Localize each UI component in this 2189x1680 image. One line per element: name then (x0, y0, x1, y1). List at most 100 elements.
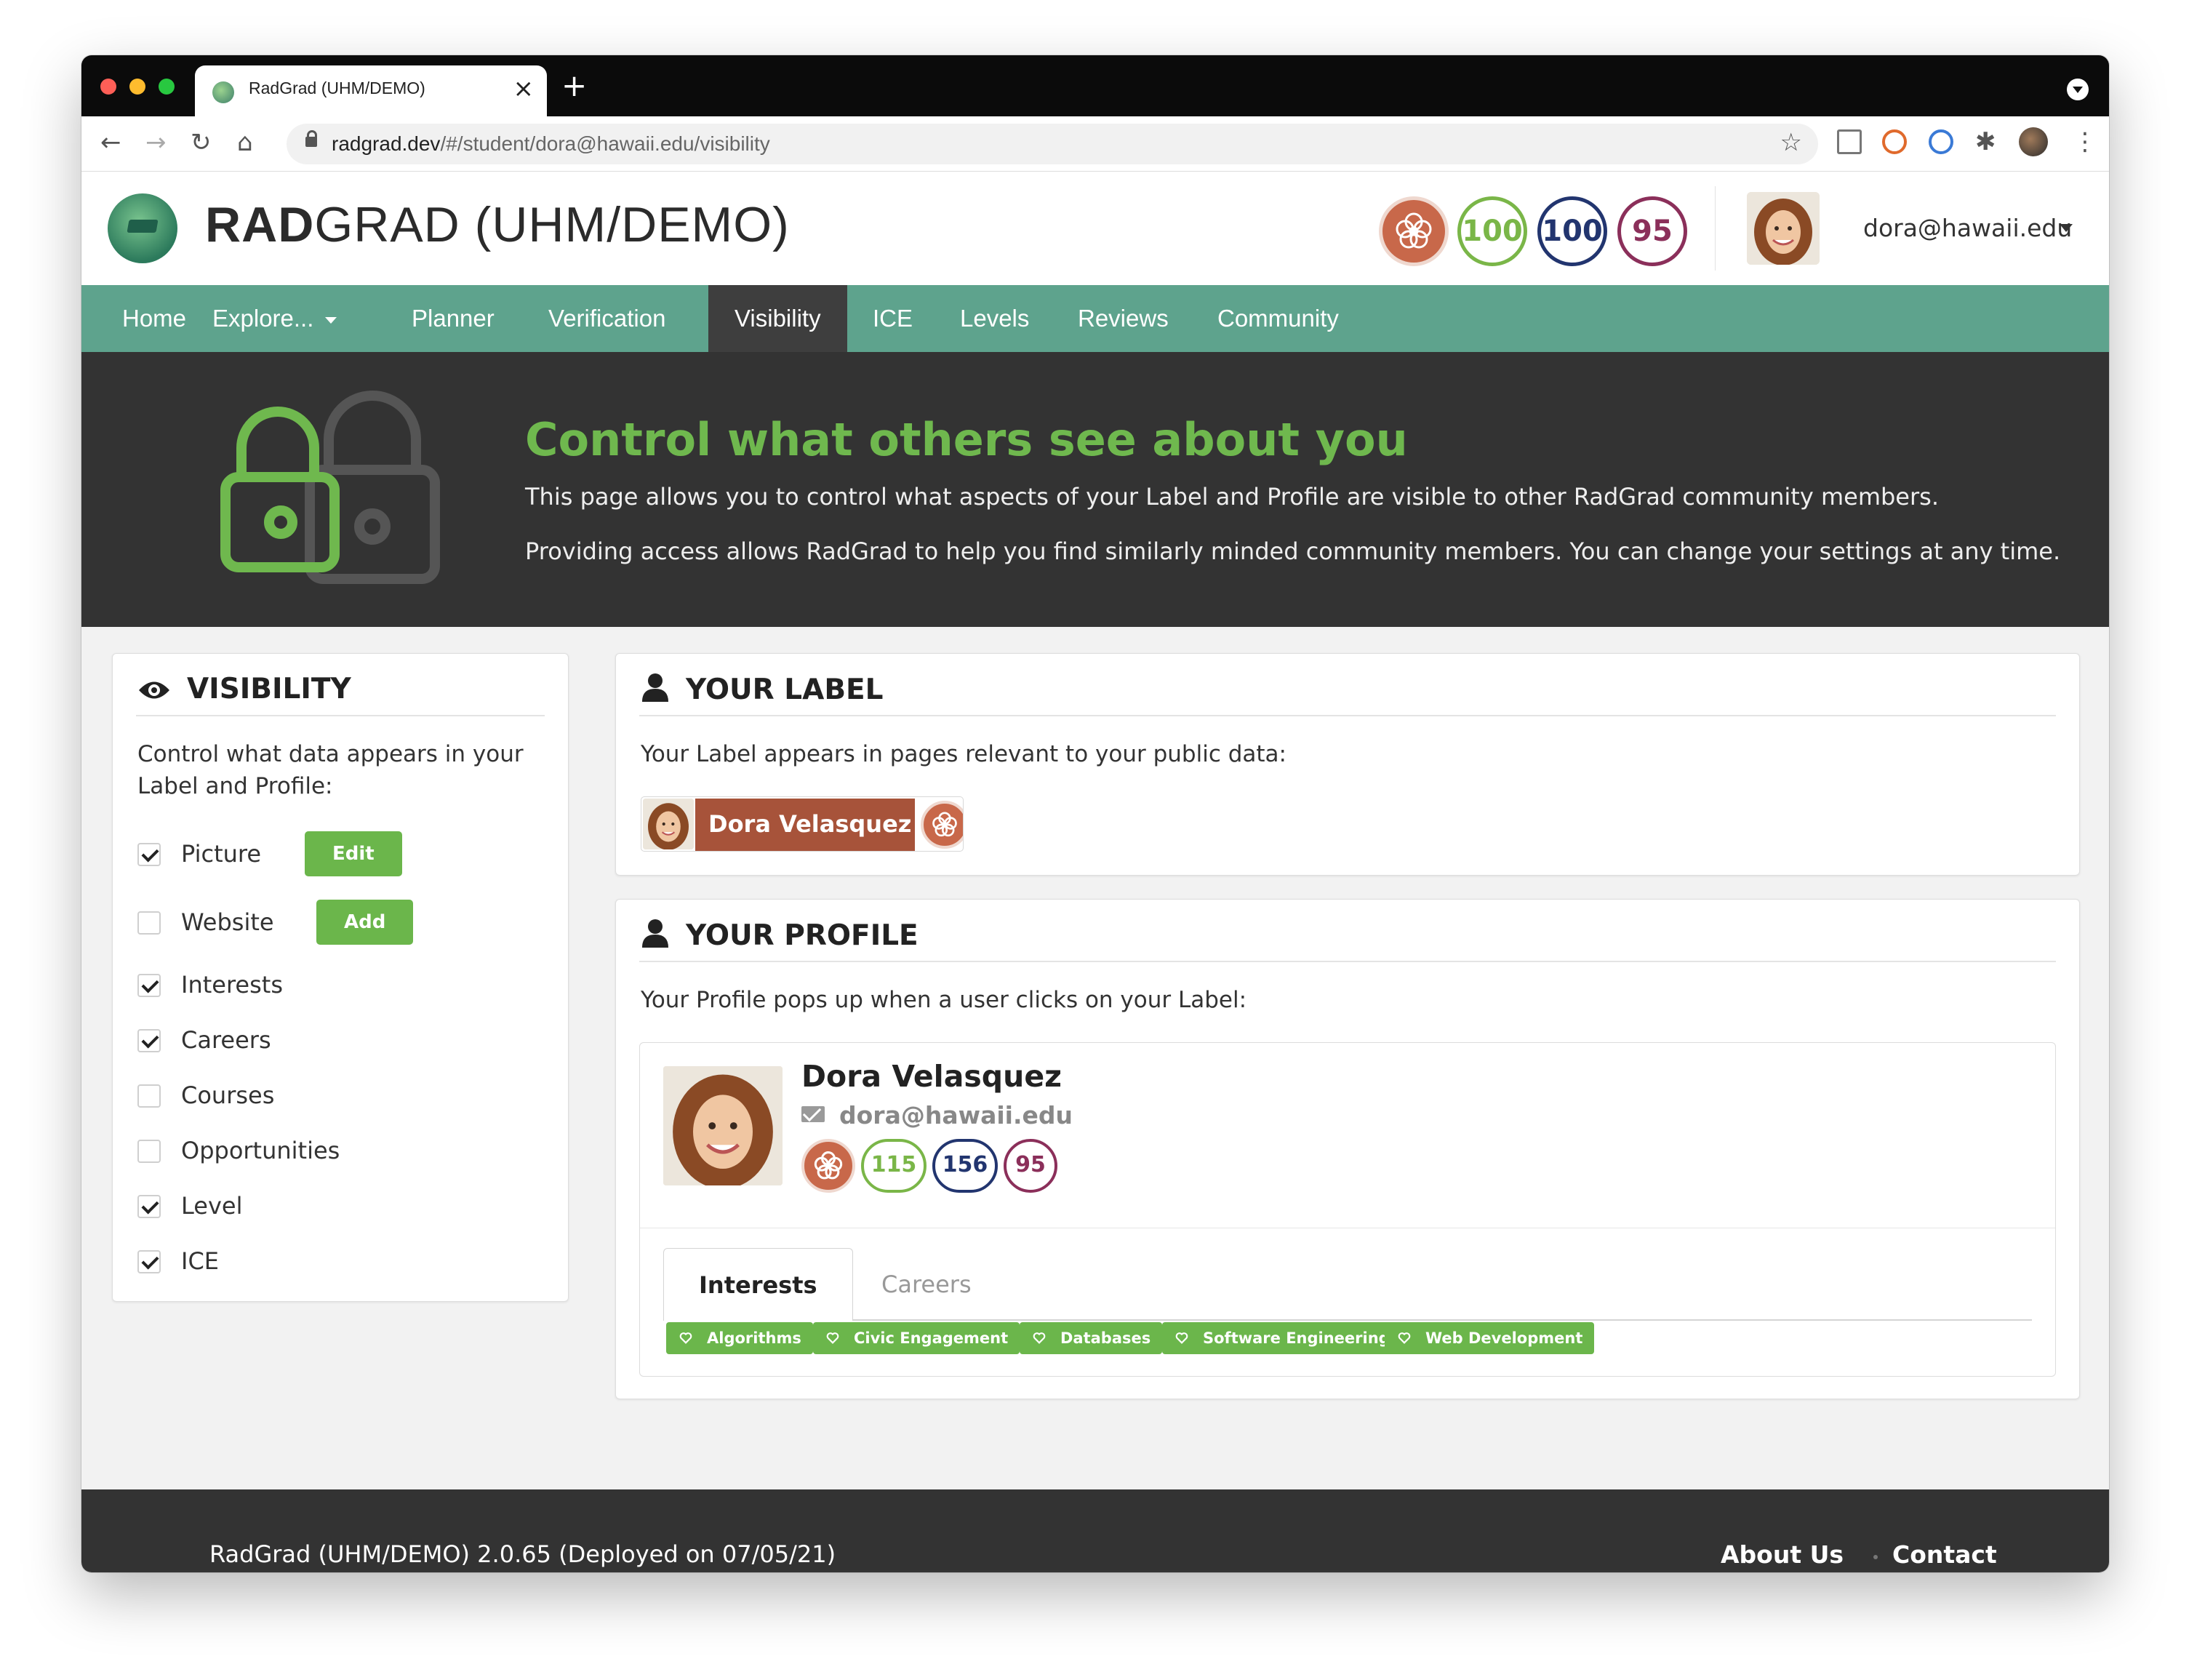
user-icon (641, 919, 670, 955)
heart-icon (826, 1332, 839, 1344)
website-checkbox[interactable] (137, 911, 161, 935)
reader-icon[interactable] (1837, 129, 1862, 154)
menu-item-ice[interactable]: ICE (847, 285, 939, 352)
maximize-window-button[interactable] (159, 79, 175, 95)
chevron-down-icon[interactable] (2060, 224, 2073, 232)
contact-link[interactable]: Contact (1892, 1540, 1997, 1569)
menu-item-explore[interactable]: Explore... (186, 285, 363, 352)
interest-tag[interactable]: Software Engineering (1162, 1322, 1401, 1354)
browser-window: RadGrad (UHM/DEMO) × + ← → ↻ ⌂ radgrad.d… (81, 55, 2109, 1572)
label-description: Your Label appears in pages relevant to … (641, 741, 1286, 767)
menu-item-visibility[interactable]: Visibility (708, 285, 847, 352)
dropdown-caret-icon (325, 316, 337, 324)
url-text: radgrad.dev/#/student/dora@hawaii.edu/vi… (332, 132, 770, 155)
eye-icon (137, 676, 171, 708)
back-icon[interactable]: ← (100, 128, 121, 157)
interest-tag[interactable]: Databases (1020, 1322, 1163, 1354)
padlocks-icon (220, 391, 440, 584)
visibility-option-website: Website Add (137, 900, 545, 945)
competency-score-badge[interactable]: 100 (1537, 196, 1607, 266)
menu-item-planner[interactable]: Planner (385, 285, 521, 352)
reload-icon[interactable]: ↻ (191, 128, 212, 157)
interests-checkbox[interactable] (137, 974, 161, 997)
flower-icon (814, 1151, 843, 1180)
flower-icon (1396, 212, 1432, 249)
extension-icon[interactable] (1929, 129, 1953, 154)
browser-tab[interactable]: RadGrad (UHM/DEMO) × (195, 65, 547, 116)
level-badge[interactable] (1379, 196, 1449, 266)
favicon-icon (212, 81, 234, 103)
option-label: ICE (181, 1247, 219, 1275)
divider (136, 715, 545, 716)
experience-score-badge: 95 (1004, 1139, 1057, 1193)
profile-description: Your Profile pops up when a user clicks … (641, 987, 1247, 1013)
edit-picture-button[interactable]: Edit (305, 831, 402, 876)
header-divider (1715, 186, 1716, 271)
user-label[interactable]: Dora Velasquez (641, 796, 964, 852)
heart-icon (1398, 1332, 1411, 1344)
ice-checkbox[interactable] (137, 1250, 161, 1273)
level-badge (921, 801, 963, 849)
tab-interests[interactable]: Interests (663, 1248, 853, 1321)
picture-checkbox[interactable] (137, 843, 161, 866)
flower-icon (932, 812, 957, 837)
about-us-link[interactable]: About Us (1721, 1540, 1844, 1569)
bookmark-star-icon[interactable]: ☆ (1780, 128, 1802, 157)
banner-description: Providing access allows RadGrad to help … (525, 537, 2061, 565)
visibility-card: VISIBILITY Control what data appears in … (112, 653, 569, 1302)
profile-photo (663, 1066, 783, 1185)
footer-version: RadGrad (UHM/DEMO) 2.0.65 (Deployed on 0… (209, 1540, 836, 1568)
menu-item-verification[interactable]: Verification (522, 285, 692, 352)
heart-icon (1175, 1332, 1188, 1344)
heart-icon (679, 1332, 692, 1344)
banner-title: Control what others see about you (525, 413, 1408, 466)
user-email-dropdown[interactable]: dora@hawaii.edu (1863, 214, 2072, 242)
avatar-photo (1747, 192, 1820, 265)
interest-tag[interactable]: Web Development (1385, 1322, 1595, 1354)
competency-score-badge: 156 (932, 1139, 998, 1193)
menu-item-community[interactable]: Community (1191, 285, 1365, 352)
minimize-window-button[interactable] (129, 79, 145, 95)
envelope-icon (801, 1106, 825, 1122)
extension-icon[interactable] (1882, 129, 1907, 154)
browser-menu-icon[interactable] (2067, 79, 2089, 100)
url-input[interactable]: radgrad.dev/#/student/dora@hawaii.edu/vi… (287, 124, 1818, 164)
home-icon[interactable]: ⌂ (237, 128, 253, 157)
address-bar: ← → ↻ ⌂ radgrad.dev/#/student/dora@hawai… (81, 116, 2109, 172)
your-profile-card: YOUR PROFILE Your Profile pops up when a… (615, 899, 2080, 1399)
option-label: Courses (181, 1081, 275, 1109)
option-label: Careers (181, 1026, 271, 1054)
profile-email: dora@hawaii.edu (801, 1101, 1073, 1129)
experience-score-badge[interactable]: 95 (1617, 196, 1687, 266)
label-avatar (643, 799, 694, 849)
courses-checkbox[interactable] (137, 1084, 161, 1108)
interest-tag[interactable]: Civic Engagement (813, 1322, 1020, 1354)
new-tab-icon[interactable]: + (561, 70, 587, 102)
careers-checkbox[interactable] (137, 1029, 161, 1052)
profile-popup: Dora Velasquez dora@hawaii.edu 115 156 9… (639, 1042, 2056, 1377)
tab-close-icon[interactable]: × (513, 74, 535, 103)
opportunities-checkbox[interactable] (137, 1140, 161, 1163)
tab-divider (663, 1319, 2032, 1321)
main-menu: Home Explore... Planner Verification Vis… (81, 285, 2109, 352)
forward-icon[interactable]: → (145, 128, 167, 157)
option-label: Picture (181, 840, 262, 868)
extensions-puzzle-icon[interactable]: ✱ (1975, 129, 2000, 154)
option-label: Level (181, 1192, 243, 1220)
close-window-button[interactable] (100, 79, 116, 95)
kebab-menu-icon[interactable]: ⋮ (2073, 129, 2097, 154)
footer-separator (1873, 1555, 1878, 1559)
tab-careers[interactable]: Careers (847, 1248, 1007, 1321)
level-checkbox[interactable] (137, 1195, 161, 1218)
option-label: Interests (181, 971, 283, 999)
browser-profile-avatar[interactable] (2019, 127, 2048, 156)
menu-item-levels[interactable]: Levels (934, 285, 1055, 352)
menu-item-reviews[interactable]: Reviews (1052, 285, 1195, 352)
radgrad-logo[interactable] (108, 193, 177, 263)
lock-icon (305, 130, 317, 147)
innovation-score-badge[interactable]: 100 (1457, 196, 1527, 266)
brand-title[interactable]: RADGRAD (UHM/DEMO) (205, 196, 790, 253)
add-website-button[interactable]: Add (316, 900, 414, 945)
avatar[interactable] (1747, 192, 1820, 265)
interest-tag[interactable]: Algorithms (666, 1322, 813, 1354)
